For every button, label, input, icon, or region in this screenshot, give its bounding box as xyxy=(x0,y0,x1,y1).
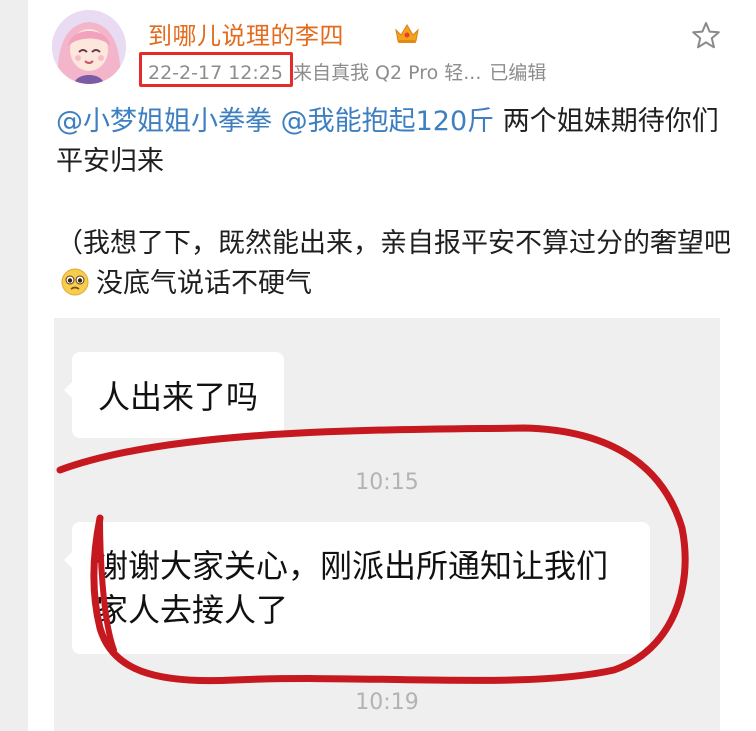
attached-chat-screenshot[interactable]: 人出来了吗 10:15 谢谢大家关心，刚派出所通知让我们家人去接人了 10:19 xyxy=(54,318,720,731)
edited-label[interactable]: 已编辑 xyxy=(489,62,546,84)
chat-bubble: 人出来了吗 xyxy=(63,352,285,438)
pleading-face-emoji xyxy=(61,268,89,296)
mention-link[interactable]: @我能抱起120斤 xyxy=(281,106,495,137)
mention-link[interactable]: @小梦姐姐小拳拳 xyxy=(56,106,272,137)
chat-bubble: 谢谢大家关心，刚派出所通知让我们家人去接人了 xyxy=(64,522,650,654)
chat-timestamp: 10:19 xyxy=(355,690,419,715)
crown-badge-icon[interactable] xyxy=(394,22,420,44)
weibo-post-card: 到哪儿说理的李四 22-2-17 12:25 来自真我 Q2 Pro 轻... 已编… xyxy=(28,0,756,731)
post-paragraph-2: （我想了下，既然能出来，亲自报平安不算过分的奢望吧 没底气说话不硬气 xyxy=(56,224,736,304)
anime-girl-avatar-icon xyxy=(52,10,126,84)
post-body: @小梦姐姐小拳拳 @我能抱起120斤 两个姐妹期待你们平安归来 （我想了下，既然… xyxy=(56,102,736,304)
post-text-line: （我想了下，既然能出来，亲自报平安不算过分的奢望吧 xyxy=(56,228,731,259)
star-outline-icon[interactable] xyxy=(690,20,722,52)
post-text-line: 没底气说话不硬气 xyxy=(96,268,312,299)
post-source[interactable]: 来自真我 Q2 Pro 轻... xyxy=(293,62,481,84)
chat-timestamp: 10:15 xyxy=(355,470,419,495)
username[interactable]: 到哪儿说理的李四 xyxy=(148,16,344,51)
timestamp-highlight-box xyxy=(139,52,293,87)
post-paragraph-1: @小梦姐姐小拳拳 @我能抱起120斤 两个姐妹期待你们平安归来 xyxy=(56,102,736,182)
avatar[interactable] xyxy=(52,10,126,84)
